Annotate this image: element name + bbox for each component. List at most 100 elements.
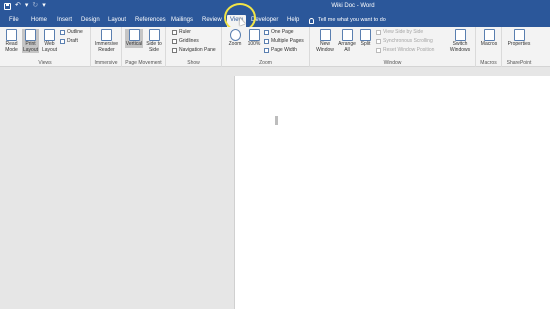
tell-me-search[interactable]: Tell me what you want to do xyxy=(309,15,386,26)
side-to-side-button[interactable]: Side to Side xyxy=(145,29,163,53)
read-mode-icon xyxy=(6,29,17,41)
tab-references[interactable]: References xyxy=(132,15,169,27)
document-title-container: Wiki Doc - Word xyxy=(0,2,550,10)
outline-button[interactable]: Outline xyxy=(60,29,83,36)
zoom-button[interactable]: Zoom xyxy=(226,29,244,48)
switch-windows-button[interactable]: Switch Windows xyxy=(446,29,474,53)
title-bar: ↶ ▾ ↻ ▾ Wiki Doc - Word xyxy=(0,0,550,12)
switch-windows-icon xyxy=(454,29,466,41)
zoom-100-label: 100% xyxy=(247,41,261,47)
page-width-button[interactable]: Page Width xyxy=(264,47,297,54)
ruler-label: Ruler xyxy=(179,29,191,35)
views-group-label: Views xyxy=(38,60,52,66)
one-page-icon xyxy=(264,30,269,35)
document-title: Wiki Doc - Word xyxy=(331,3,375,9)
one-page-button[interactable]: One Page xyxy=(264,29,294,36)
reset-window-position-icon xyxy=(376,48,381,53)
web-layout-button[interactable]: Web Layout xyxy=(41,29,58,53)
synchronous-scrolling-icon xyxy=(376,39,381,44)
sharepoint-group-label: SharePoint xyxy=(506,60,532,66)
split-label: Split xyxy=(360,41,371,47)
navigation-pane-label: Navigation Pane xyxy=(179,47,216,53)
properties-button[interactable]: Properties xyxy=(504,29,534,48)
arrange-all-button[interactable]: Arrange All xyxy=(337,29,357,53)
page-width-label: Page Width xyxy=(271,47,297,53)
lightbulb-icon xyxy=(309,17,314,24)
show-group: Ruler Gridlines Navigation Pane Show xyxy=(166,27,222,67)
zoom-label: Zoom xyxy=(228,41,242,47)
read-mode-button[interactable]: Read Mode xyxy=(3,29,20,53)
draft-icon xyxy=(60,39,65,44)
new-window-icon xyxy=(319,29,331,41)
gridlines-label: Gridlines xyxy=(179,38,199,44)
read-mode-label: Read Mode xyxy=(5,41,18,53)
gridlines-checkbox-box[interactable] xyxy=(172,39,177,44)
immersive-reader-button[interactable]: Immersive Reader xyxy=(93,29,120,53)
view-side-by-side-icon xyxy=(376,30,381,35)
synchronous-scrolling-label: Synchronous Scrolling xyxy=(383,38,433,44)
navigation-pane-checkbox[interactable]: Navigation Pane xyxy=(172,47,216,54)
new-window-button[interactable]: New Window xyxy=(314,29,336,53)
navigation-pane-checkbox-box[interactable] xyxy=(172,48,177,53)
multiple-pages-button[interactable]: Multiple Pages xyxy=(264,38,304,45)
arrange-all-icon xyxy=(341,29,353,41)
synchronous-scrolling-button[interactable]: Synchronous Scrolling xyxy=(376,38,433,45)
web-layout-icon xyxy=(44,29,55,41)
macros-button-label: Macros xyxy=(480,41,498,47)
immersive-reader-label: Immersive Reader xyxy=(94,41,119,53)
reset-window-position-label: Reset Window Position xyxy=(383,47,435,53)
ruler-checkbox[interactable]: Ruler xyxy=(172,29,191,36)
immersive-group: Immersive Reader Immersive xyxy=(91,27,122,67)
ribbon: Read Mode Print Layout Web Layout Outlin… xyxy=(0,27,550,67)
macros-icon xyxy=(483,29,495,41)
tab-review[interactable]: Review xyxy=(199,15,225,27)
print-layout-label: Print Layout xyxy=(22,41,38,53)
window-group: New Window Arrange All Split View Side b… xyxy=(310,27,476,67)
outline-label: Outline xyxy=(67,29,83,35)
page-movement-group: Vertical Side to Side Page Movement xyxy=(122,27,166,67)
tab-mailings[interactable]: Mailings xyxy=(168,15,196,27)
text-cursor xyxy=(275,116,278,125)
split-button[interactable]: Split xyxy=(358,29,373,48)
page-width-icon xyxy=(264,48,269,53)
sharepoint-group: Properties SharePoint xyxy=(502,27,536,67)
web-layout-label: Web Layout xyxy=(41,41,57,53)
draft-label: Draft xyxy=(67,38,78,44)
vertical-button[interactable]: Vertical xyxy=(125,29,143,48)
zoom-100-button[interactable]: 100% xyxy=(246,29,262,48)
macros-group-label: Macros xyxy=(480,60,497,66)
print-layout-icon xyxy=(25,29,36,41)
one-page-label: One Page xyxy=(271,29,294,35)
macros-group: Macros Macros xyxy=(476,27,502,67)
tab-layout[interactable]: Layout xyxy=(105,15,129,27)
view-side-by-side-button[interactable]: View Side by Side xyxy=(376,29,423,36)
split-icon xyxy=(360,29,371,41)
draft-button[interactable]: Draft xyxy=(60,38,78,45)
tell-me-text: Tell me what you want to do xyxy=(318,17,386,23)
document-workspace xyxy=(0,68,550,309)
magnifier-icon xyxy=(229,29,241,41)
immersive-reader-icon xyxy=(101,29,112,41)
view-side-by-side-label: View Side by Side xyxy=(383,29,424,35)
new-window-label: New Window xyxy=(316,41,334,53)
multiple-pages-icon xyxy=(264,39,269,44)
tab-insert[interactable]: Insert xyxy=(54,15,75,27)
side-to-side-icon xyxy=(148,29,160,41)
print-layout-button[interactable]: Print Layout xyxy=(22,29,39,53)
tab-design[interactable]: Design xyxy=(78,15,103,27)
tab-help[interactable]: Help xyxy=(284,15,302,27)
multiple-pages-label: Multiple Pages xyxy=(271,38,304,44)
ribbon-tabs: File Home Insert Design Layout Reference… xyxy=(0,12,550,27)
vertical-icon xyxy=(128,29,140,41)
ruler-checkbox-box[interactable] xyxy=(172,30,177,35)
tab-home[interactable]: Home xyxy=(28,15,50,27)
immersive-group-label: Immersive xyxy=(94,60,118,66)
reset-window-position-button[interactable]: Reset Window Position xyxy=(376,47,434,54)
outline-icon xyxy=(60,30,65,35)
zoom-100-icon xyxy=(248,29,260,41)
gridlines-checkbox[interactable]: Gridlines xyxy=(172,38,199,45)
tab-file[interactable]: File xyxy=(6,15,22,27)
views-group: Read Mode Print Layout Web Layout Outlin… xyxy=(0,27,91,67)
document-page[interactable] xyxy=(234,76,550,309)
macros-button[interactable]: Macros xyxy=(479,29,499,48)
